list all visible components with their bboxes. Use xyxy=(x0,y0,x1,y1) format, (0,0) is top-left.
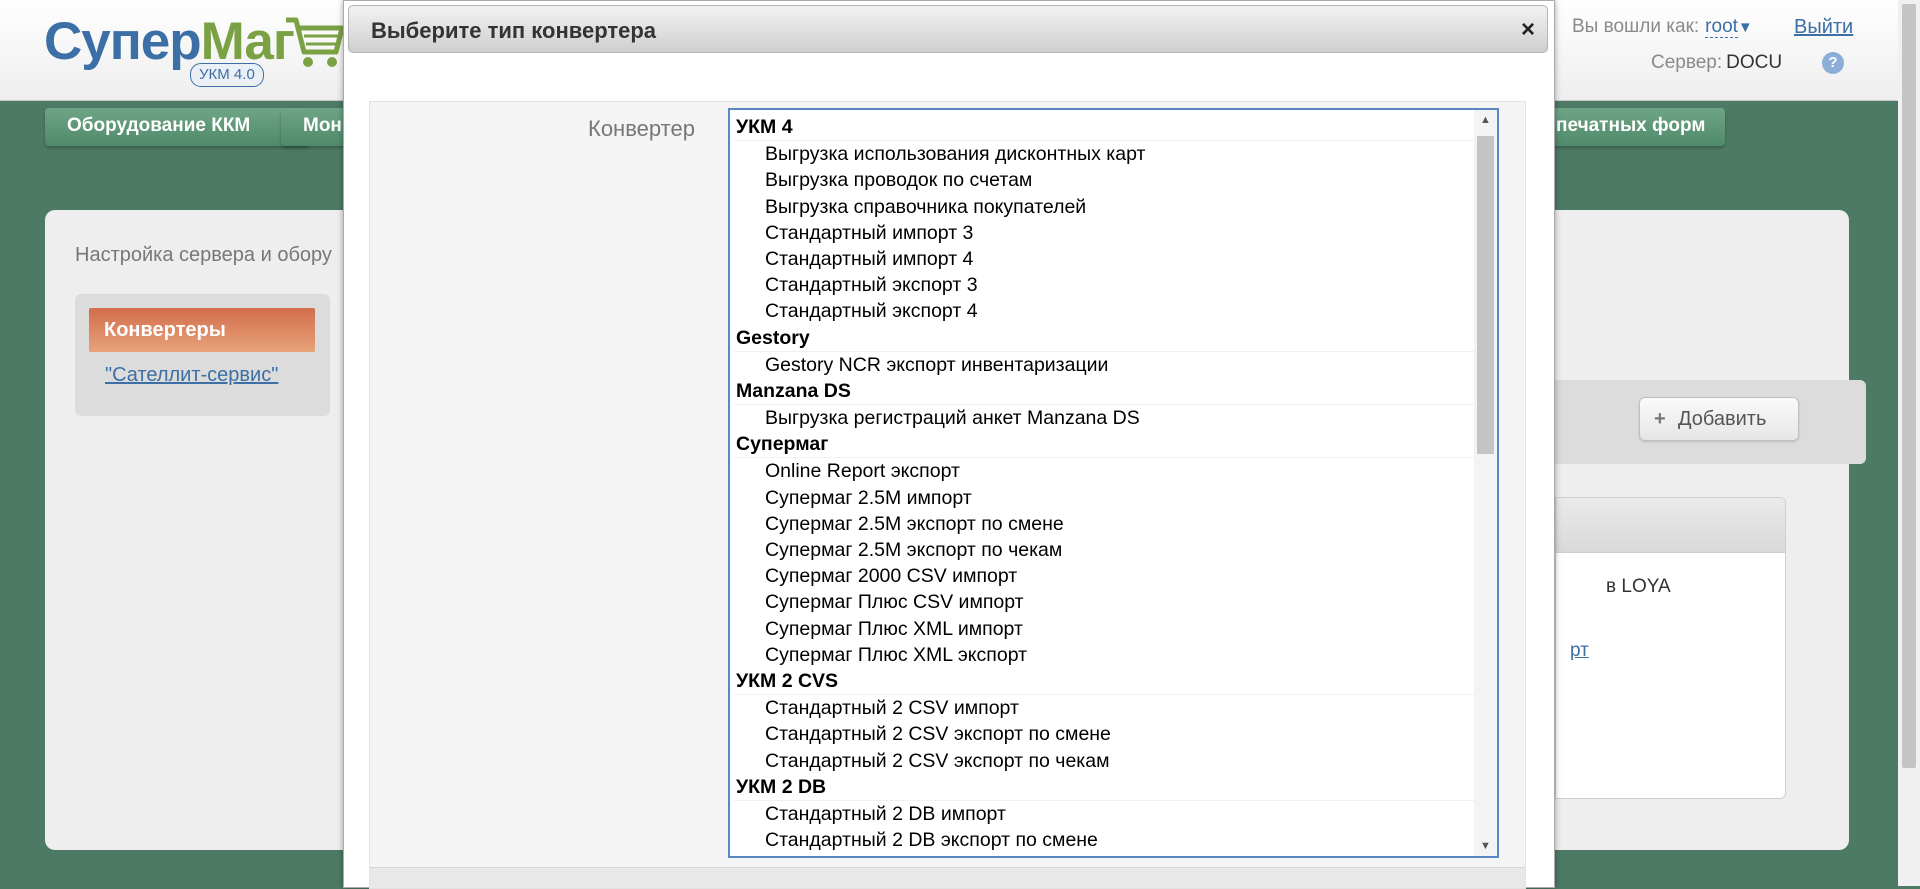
sidebar-item-satellite-service[interactable]: "Сателлит-сервис" xyxy=(105,364,278,387)
converter-card: в LOYA рт xyxy=(1555,497,1786,799)
server-label: Сервер: xyxy=(1651,52,1723,73)
sidebar: Конвертеры "Сателлит-сервис" xyxy=(75,294,330,416)
option-group-header: УКМ 2 DB xyxy=(734,774,1476,801)
converter-option[interactable]: Выгрузка использования дисконтных карт xyxy=(734,141,1476,167)
option-group-header: Gestory xyxy=(734,325,1476,352)
cart-icon xyxy=(286,17,345,67)
add-button-label: Добавить xyxy=(1678,408,1767,430)
server-name: DOCU xyxy=(1726,52,1783,73)
user-menu[interactable]: root xyxy=(1705,16,1738,38)
card-header xyxy=(1556,498,1785,553)
converter-option[interactable]: Выгрузка проводок по счетам xyxy=(734,167,1476,193)
converter-options: УКМ 4 Выгрузка использования дисконтных к… xyxy=(734,114,1476,856)
page-scrollbar-thumb[interactable] xyxy=(1902,4,1916,768)
card-text: в LOYA xyxy=(1606,576,1671,597)
converter-option[interactable]: Выгрузка справочника покупателей xyxy=(734,194,1476,220)
app-logo[interactable]: СуперМаг УКМ 4.0 xyxy=(44,8,345,88)
converter-option[interactable]: Выгрузка регистраций анкет Manzana DS xyxy=(734,405,1476,431)
option-group-header: УКМ 2 CVS xyxy=(734,668,1476,696)
scroll-up-icon[interactable]: ▲ xyxy=(1474,110,1497,130)
converter-option[interactable]: Супермаг Плюс CSV импорт xyxy=(734,589,1476,615)
converter-option[interactable]: Стандартный 2 CSV экспорт по смене xyxy=(734,721,1476,747)
login-label: Вы вошли как: xyxy=(1572,16,1700,37)
option-group-header: УКМ 4 xyxy=(734,114,1476,142)
option-group-header: Manzana DS xyxy=(734,378,1476,406)
plus-icon: + xyxy=(1654,408,1666,430)
sidebar-item-converters[interactable]: Конвертеры xyxy=(89,308,315,352)
version-badge: УКМ 4.0 xyxy=(190,63,264,87)
converter-option[interactable]: Супермаг 2.5М экспорт по чекам xyxy=(734,537,1476,563)
listbox-scrollbar-thumb[interactable] xyxy=(1477,136,1494,454)
card-link[interactable]: рт xyxy=(1570,640,1589,662)
converter-option[interactable]: Стандартный 2 CSV экспорт по чекам xyxy=(734,748,1476,774)
breadcrumb: Настройка сервера и обору xyxy=(75,244,332,266)
converter-option[interactable]: Супермаг Плюс XML импорт xyxy=(734,616,1476,642)
logout-link[interactable]: Выйти xyxy=(1794,16,1853,39)
converter-option[interactable]: Супермаг 2.5М экспорт по смене xyxy=(734,511,1476,537)
converter-option[interactable]: Стандартный импорт 4 xyxy=(734,246,1476,272)
dialog-form: Конвертер УКМ 4 Выгрузка использования ди… xyxy=(369,101,1526,889)
converter-option[interactable]: Стандартный экспорт 3 xyxy=(734,272,1476,298)
chevron-down-icon[interactable]: ▼ xyxy=(1738,19,1753,36)
dialog-title-bar[interactable]: Выберите тип конвертера × xyxy=(348,5,1548,53)
converter-option[interactable]: Супермаг Плюс XML экспорт xyxy=(734,642,1476,668)
nav-equipment[interactable]: Оборудование ККМ xyxy=(45,108,309,146)
converter-option[interactable]: Стандартный импорт 3 xyxy=(734,220,1476,246)
listbox-scrollbar[interactable]: ▲ ▼ xyxy=(1474,110,1497,856)
converter-option[interactable]: Стандартный 2 DB импорт xyxy=(734,801,1476,827)
converter-option[interactable]: Стандартный 2 DB экспорт по чекам xyxy=(734,853,1476,856)
converter-option[interactable]: Супермаг 2.5М импорт xyxy=(734,485,1476,511)
server-info: Сервер: DOCU xyxy=(1651,52,1782,74)
add-button[interactable]: + Добавить xyxy=(1639,397,1799,441)
converter-option[interactable]: Стандартный экспорт 4 xyxy=(734,298,1476,324)
converter-listbox[interactable]: УКМ 4 Выгрузка использования дисконтных к… xyxy=(728,108,1499,858)
nav-print-forms[interactable]: печатных форм xyxy=(1530,108,1725,146)
converter-option[interactable]: Gestory NCR экспорт инвентаризации xyxy=(734,352,1476,378)
help-icon[interactable]: ? xyxy=(1822,52,1844,74)
converter-option[interactable]: Супермаг 2000 CSV импорт xyxy=(734,563,1476,589)
converter-field-label: Конвертер xyxy=(588,116,695,141)
close-icon[interactable]: × xyxy=(1521,16,1535,44)
scroll-down-icon[interactable]: ▼ xyxy=(1474,836,1497,856)
dialog-title: Выберите тип конвертера xyxy=(371,18,657,43)
converter-option[interactable]: Online Report экспорт xyxy=(734,458,1476,484)
page-scrollbar[interactable] xyxy=(1898,0,1920,886)
option-group-header: Супермаг xyxy=(734,431,1476,459)
login-info: Вы вошли как: root▼ xyxy=(1572,16,1753,38)
dialog-footer xyxy=(370,867,1525,888)
converter-type-dialog: Выберите тип конвертера × Конвертер УКМ … xyxy=(343,0,1555,889)
converter-option[interactable]: Стандартный 2 CSV импорт xyxy=(734,695,1476,721)
converter-option[interactable]: Стандартный 2 DB экспорт по смене xyxy=(734,827,1476,853)
